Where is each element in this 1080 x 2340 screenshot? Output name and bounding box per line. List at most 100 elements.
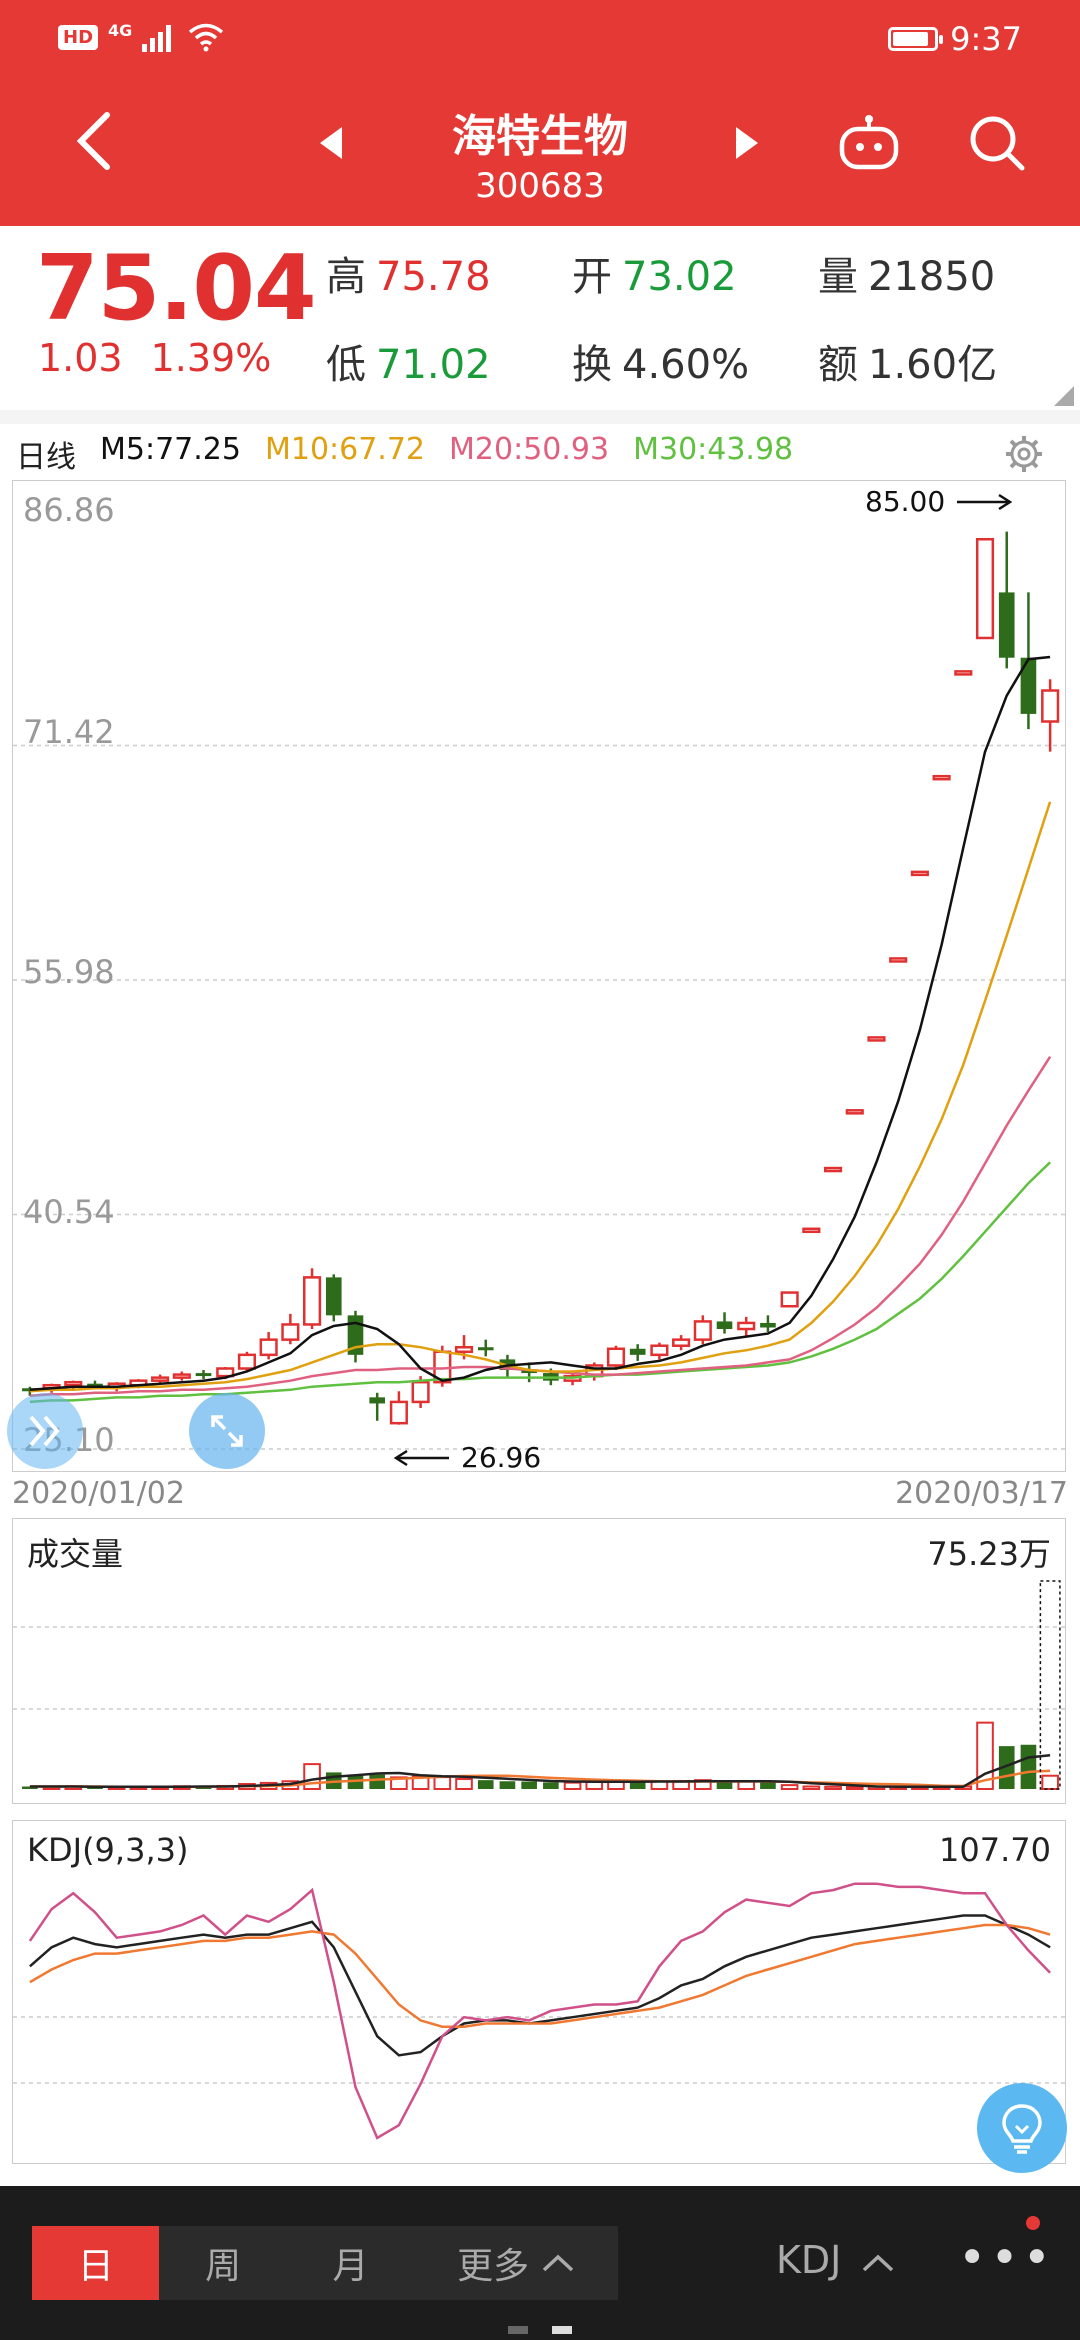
candle: [998, 531, 1015, 669]
kline-chart-area[interactable]: 86.86 71.42 55.98 40.54 25.10 85.00 26.9…: [7, 480, 1066, 1474]
candle: [650, 1342, 669, 1360]
kdj-line-j: [28, 1882, 1051, 2140]
volume-bar: [477, 1780, 494, 1789]
candle-body: [259, 1338, 278, 1357]
y-tick-3: 40.54: [23, 1193, 115, 1231]
candle-body: [389, 1400, 408, 1425]
quote-panel: 75.04 1.03 1.39% 高 75.78 低 71.02 开 73.02 换 4.…: [0, 226, 1080, 410]
period-tabs: 日 周 月 更多: [32, 2226, 618, 2300]
candle: [823, 1166, 843, 1173]
candle: [780, 1291, 799, 1308]
kdj-chart[interactable]: [13, 1821, 1065, 2163]
network-type: 4G: [108, 20, 133, 40]
candle-body: [932, 774, 951, 781]
ma30-label: M30:43.98: [633, 432, 794, 467]
tab-day[interactable]: 日: [32, 2226, 160, 2300]
kdj-line-k: [29, 1914, 1051, 2057]
kdj-chart-area[interactable]: KDJ(9,3,3) 107.70: [12, 1820, 1067, 2173]
volume-bar: [845, 1786, 864, 1790]
arrow-left-icon: [393, 1449, 449, 1466]
tab-month[interactable]: 月: [287, 2226, 414, 2300]
last-price: 75.04: [36, 236, 317, 341]
kdj-max-label: 107.70: [939, 1831, 1051, 1869]
candle: [672, 1335, 691, 1351]
arrow-right-icon: [957, 493, 1013, 510]
candle: [716, 1312, 733, 1334]
candle-body: [845, 1109, 864, 1115]
candle-body: [760, 1322, 776, 1328]
volume-bar: [521, 1781, 537, 1789]
indicator-selector[interactable]: KDJ: [776, 2238, 895, 2282]
y-tick-2: 55.98: [23, 953, 115, 991]
min-price-annotation: 26.96: [393, 1441, 541, 1474]
chevron-up-icon: [542, 2254, 574, 2272]
turnover-label: 换: [572, 342, 612, 388]
candle-body: [629, 1348, 646, 1355]
tab-week[interactable]: 周: [159, 2226, 286, 2300]
chart-settings-icon[interactable]: [1004, 434, 1044, 474]
period-label: 日线: [16, 440, 76, 475]
more-options-button[interactable]: •••: [958, 2230, 1055, 2286]
high-item: 高 75.78: [326, 244, 491, 302]
candle: [737, 1316, 756, 1337]
volume-bar: [780, 1784, 799, 1791]
min-price-label: 26.96: [461, 1441, 542, 1474]
ma-line-m30: [29, 1161, 1051, 1404]
stock-code: 300683: [475, 166, 605, 206]
expand-corner-icon[interactable]: [1054, 386, 1074, 406]
signal-icon: [142, 25, 172, 52]
candle: [195, 1370, 212, 1380]
volume-bar: [802, 1785, 821, 1790]
volume-ma-vma10: [29, 1769, 1051, 1789]
kline-chart[interactable]: [13, 481, 1065, 1471]
fullscreen-button[interactable]: [189, 1393, 265, 1469]
triangle-right-icon: [736, 127, 758, 159]
high-value: 75.78: [376, 254, 491, 300]
nav-indicator-left: [508, 2326, 528, 2334]
candle-body: [281, 1323, 300, 1341]
volume-title: 成交量: [27, 1535, 124, 1573]
candle-body: [823, 1166, 843, 1173]
volume-chart-area[interactable]: 成交量 75.23万: [12, 1518, 1066, 1804]
y-tick-0: 86.86: [23, 491, 115, 529]
kdj-line-d: [29, 1923, 1051, 2028]
volume-label: 量: [818, 254, 858, 300]
volume-bar: [1041, 1774, 1059, 1790]
low-label: 低: [326, 342, 366, 388]
low-value: 71.02: [376, 342, 491, 388]
tab-more[interactable]: 更多: [414, 2226, 618, 2300]
candle-body: [195, 1373, 212, 1377]
hd-badge: HD: [58, 24, 99, 50]
volume-chart[interactable]: [13, 1519, 1065, 1803]
candle-body: [954, 670, 973, 676]
ma5-label: M5:77.25: [100, 432, 241, 467]
nav-bar: 海特生物 300683: [0, 80, 1080, 220]
candle: [693, 1315, 712, 1345]
tips-button[interactable]: [977, 2083, 1067, 2173]
candle-body: [411, 1380, 430, 1404]
next-stock-button[interactable]: [722, 118, 772, 168]
candle: [259, 1332, 278, 1360]
candle: [281, 1313, 300, 1345]
max-price-annotation: 85.00: [865, 485, 1013, 518]
ma-legend: 日线 M5:77.25 M10:67.72 M20:50.93 M30:43.9…: [16, 432, 793, 476]
candle-body: [650, 1344, 669, 1357]
candle-body: [151, 1376, 170, 1382]
notification-dot: [1026, 2216, 1040, 2230]
candle-body: [672, 1338, 691, 1347]
candle: [1041, 679, 1060, 752]
candle-body: [302, 1276, 322, 1326]
volume-bar: [629, 1782, 646, 1789]
candle: [889, 957, 908, 963]
collapse-panel-button[interactable]: [7, 1393, 83, 1469]
turnover-item: 换 4.60%: [572, 332, 749, 390]
candle-body: [889, 957, 908, 963]
status-time: 9:37: [950, 20, 1022, 58]
turnover-value: 4.60%: [622, 342, 750, 388]
volume-bar: [543, 1782, 559, 1789]
open-value: 73.02: [622, 254, 737, 300]
amount-item: 额 1.60亿: [818, 332, 997, 390]
robot-assistant-button[interactable]: [834, 108, 904, 178]
max-price-label: 85.00: [865, 485, 946, 518]
search-button[interactable]: [962, 108, 1032, 178]
